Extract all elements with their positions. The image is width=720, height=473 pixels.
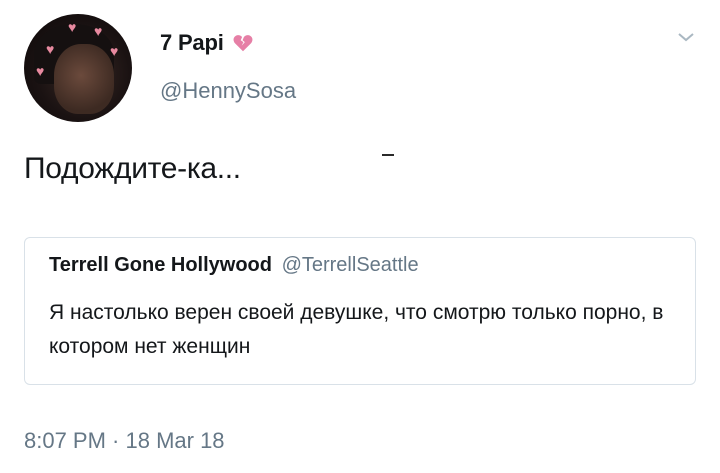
tweet-text: Подождите-ка... [24,152,241,185]
quoted-tweet-header: Terrell Gone Hollywood @TerrellSeattle [49,254,419,277]
chevron-down-icon[interactable] [676,30,696,44]
heart-icon: ♥ [94,23,103,39]
avatar-face-shape [54,44,114,114]
author-handle[interactable]: @HennySosa [160,78,296,104]
quoted-tweet[interactable]: Terrell Gone Hollywood @TerrellSeattle Я… [24,237,696,385]
tweet-timestamp[interactable]: 8:07 PM · 18 Mar 18 [24,428,225,454]
broken-heart-icon [233,35,253,52]
author-name[interactable]: 7 Papi [160,30,224,56]
heart-icon: ♥ [36,63,45,79]
heart-icon: ♥ [110,43,119,59]
heart-icon: ♥ [68,19,77,35]
avatar[interactable]: ♥ ♥ ♥ ♥ ♥ [24,14,132,122]
quoted-author-handle: @TerrellSeattle [281,254,419,276]
heart-icon: ♥ [46,41,55,57]
quoted-author-name: Terrell Gone Hollywood [49,254,272,276]
quoted-tweet-text: Я настолько верен своей девушке, что смо… [49,301,664,358]
stray-mark [382,154,394,156]
author-name-row[interactable]: 7 Papi [160,30,254,56]
tweet-card: ♥ ♥ ♥ ♥ ♥ 7 Papi @HennySosa Подождите-ка… [0,0,720,473]
